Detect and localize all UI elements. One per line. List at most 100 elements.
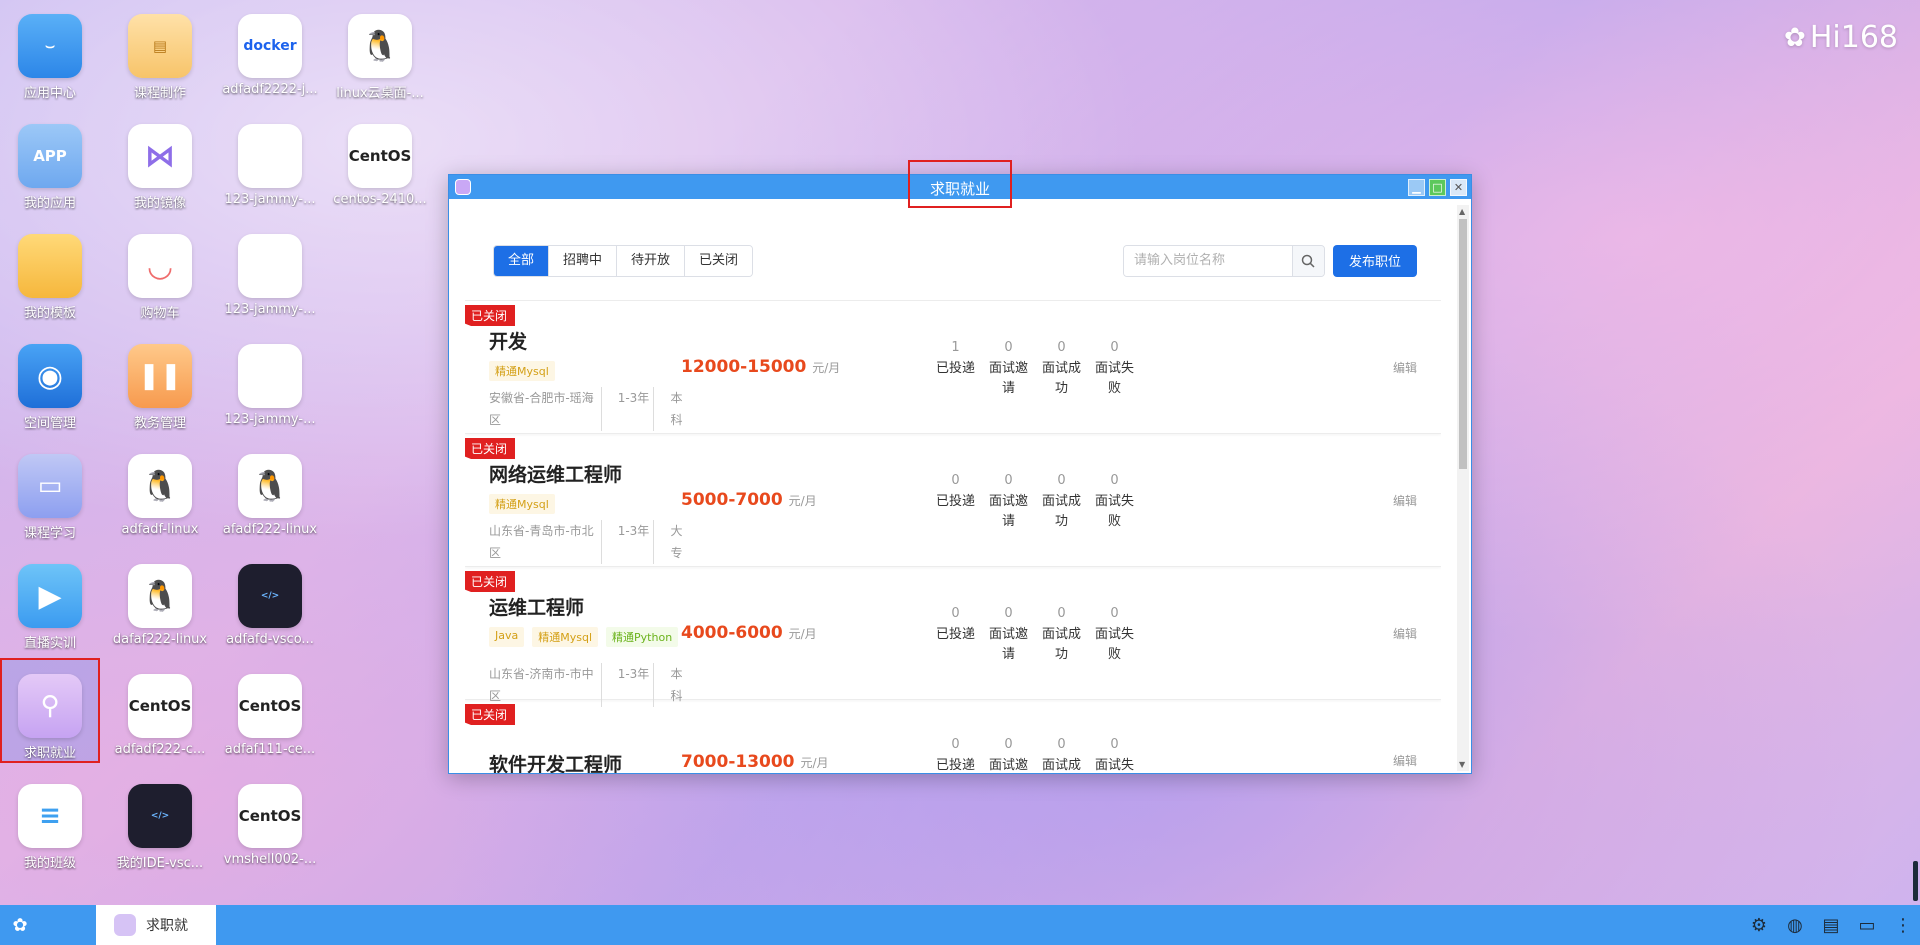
tab-pending[interactable]: 待开放: [617, 245, 686, 276]
centos-icon: CentOS: [238, 674, 302, 738]
job-search-icon: ⚲: [18, 674, 82, 738]
desktop-icon-17[interactable]: ▶ 直播实训: [0, 550, 100, 655]
desktop-icon-1[interactable]: ▤ 课程制作: [110, 0, 210, 105]
skill-tag: 精通Mysql: [489, 361, 555, 381]
job-title[interactable]: 运维工程师: [489, 593, 584, 620]
desktop-icon-label: 我的班级: [23, 856, 76, 871]
desktop-icon-20[interactable]: ⚲ 求职就业: [0, 658, 100, 763]
window-titlebar[interactable]: 求职就业 ▁ □ ✕: [449, 160, 1471, 208]
job-card[interactable]: 已关闭 开发 精通Mysql 安徽省-合肥市-瑶海区 1-3年 本科 12000-15000…: [465, 301, 1441, 434]
stat-value: 0: [1004, 737, 1013, 752]
desktop-icon-2[interactable]: docker adfadf2222-j...: [220, 0, 320, 105]
scroll-down-icon[interactable]: ▼: [1459, 760, 1465, 769]
search-button[interactable]: [1291, 245, 1324, 276]
stat-label: 面试失败: [1094, 361, 1134, 396]
desktop-icon-0[interactable]: ⌣ 应用中心: [0, 0, 100, 105]
chat-icon[interactable]: ▤: [1820, 915, 1842, 936]
job-stats: 1 已投递 0 面试邀请 0 面试成功 0 面试失败: [929, 339, 1141, 399]
desktop-icon-4[interactable]: APP 我的应用: [0, 110, 100, 215]
desktop-scroll-indicator[interactable]: [1913, 861, 1918, 901]
desktop-icon-18[interactable]: 🐧 dafaf222-linux: [110, 550, 210, 655]
desktop-icon-7[interactable]: CentOS centos-2410...: [330, 110, 430, 215]
brand-logo: ✿ Hi168: [1784, 20, 1898, 55]
taskbar-item-job[interactable]: 求职就: [96, 905, 216, 945]
desktop-icon-label: 购物车: [140, 306, 180, 321]
tab-all[interactable]: 全部: [494, 245, 550, 276]
search-input[interactable]: [1123, 245, 1292, 276]
wechat-icon[interactable]: ◍: [1784, 915, 1806, 936]
edit-link[interactable]: 编辑: [1393, 625, 1417, 642]
skill-tag: 精通Mysql: [489, 494, 555, 514]
taskbar: ✿ 求职就 ⚙ ◍ ▤ ▭ ⋮: [0, 905, 1920, 945]
brand-text: Hi168: [1809, 20, 1898, 55]
desktop-icon-3[interactable]: 🐧 linux云桌面-...: [330, 0, 430, 105]
desktop-icon-8[interactable]: 我的模板: [0, 220, 100, 325]
stat-value: 0: [1110, 473, 1119, 488]
status-badge: 已关闭: [465, 438, 516, 459]
tab-recruiting[interactable]: 招聘中: [549, 245, 618, 276]
monitor-icon[interactable]: ▭: [1856, 915, 1878, 936]
more-icon[interactable]: ⋮: [1892, 915, 1914, 936]
desktop-icon-13[interactable]: ⎈kubernetes 123-jammy-...: [220, 330, 320, 435]
desktop-icon-10[interactable]: ⎈kubernetes 123-jammy-...: [220, 220, 320, 325]
start-logo-icon[interactable]: ✿: [0, 905, 40, 945]
job-list: 已关闭 开发 精通Mysql 安徽省-合肥市-瑶海区 1-3年 本科 12000-15000…: [465, 301, 1441, 773]
desktop-icon-9[interactable]: ◡ 购物车: [110, 220, 210, 325]
maximize-button[interactable]: □: [1429, 179, 1446, 196]
window-content: 全部 招聘中 待开放 已关闭 发布职位 已关闭开发精通Mysql安徽省-合肥市-…: [465, 221, 1441, 773]
desktop-icon-label: 空间管理: [23, 416, 76, 431]
desktop-icon-5[interactable]: ⋈ 我的镜像: [110, 110, 210, 215]
publish-job-button[interactable]: 发布职位: [1332, 244, 1417, 277]
stat-item: 0 面试邀请: [982, 472, 1035, 532]
desktop-icon-24[interactable]: </> 我的IDE-vsc...: [110, 770, 210, 875]
stat-label: 面试邀请: [988, 627, 1028, 662]
job-location: 山东省-青岛市-市北区: [489, 524, 594, 560]
desktop-icon-14[interactable]: ▭ 课程学习: [0, 440, 100, 545]
job-card[interactable]: 已关闭软件开发工程师 7000-13000 元/月 0 已投递 0 面试邀请 0 面试成功 0 面…: [465, 700, 1441, 773]
stat-value: 0: [951, 473, 960, 488]
desktop-icon-16[interactable]: 🐧 afadf222-linux: [220, 440, 320, 545]
edit-link[interactable]: 编辑: [1393, 359, 1417, 376]
desktop-icon-11[interactable]: ◉ 空间管理: [0, 330, 100, 435]
desktop-icon-21[interactable]: CentOS adfadf222-c...: [110, 660, 210, 765]
minimize-button[interactable]: ▁: [1408, 179, 1425, 196]
close-button[interactable]: ✕: [1450, 179, 1467, 196]
stat-item: 0 面试成功: [1035, 736, 1088, 773]
tab-closed[interactable]: 已关闭: [685, 245, 753, 276]
toolbar-right: 发布职位: [1122, 244, 1417, 277]
desktop-icon-25[interactable]: CentOS vmshell002-...: [220, 770, 320, 875]
system-tray: ⚙ ◍ ▤ ▭ ⋮: [1748, 905, 1914, 945]
desktop-icon-15[interactable]: 🐧 adfadf-linux: [110, 440, 210, 545]
job-title[interactable]: 软件开发工程师: [489, 750, 622, 773]
edit-link[interactable]: 编辑: [1393, 752, 1417, 769]
job-card[interactable]: 已关闭 运维工程师 Java 精通Mysql 精通Python 山东省-济南市-市中区 1-…: [465, 567, 1441, 707]
kubernetes-icon: ⎈kubernetes: [238, 124, 302, 188]
bear-logo-icon: ✿: [1784, 22, 1806, 53]
job-title[interactable]: 网络运维工程师: [489, 460, 622, 487]
job-tags: 精通Mysql: [489, 494, 699, 514]
job-experience: 1-3年: [601, 387, 653, 431]
stat-value: 0: [1004, 340, 1013, 355]
desktop-icon-22[interactable]: CentOS adfaf111-ce...: [220, 660, 320, 765]
desktop-icon-label: 课程学习: [23, 526, 76, 541]
desktop-icon-label: 我的应用: [23, 196, 76, 211]
desktop-icon-label: 求职就业: [23, 746, 76, 761]
job-title[interactable]: 开发: [489, 327, 527, 354]
job-education: 本科: [653, 387, 687, 431]
desktop-icon-23[interactable]: ≡ 我的班级: [0, 770, 100, 875]
stat-value: 1: [951, 340, 960, 355]
job-card[interactable]: 已关闭 网络运维工程师 精通Mysql 山东省-青岛市-市北区 1-3年 大专 5000-7…: [465, 434, 1441, 567]
job-location: 安徽省-合肥市-瑶海区: [489, 391, 594, 427]
status-badge: 已关闭: [465, 305, 516, 326]
gear-icon[interactable]: ⚙: [1748, 915, 1770, 936]
scroll-up-icon[interactable]: ▲: [1459, 207, 1465, 216]
desktop-icon-6[interactable]: ⎈kubernetes 123-jammy-...: [220, 110, 320, 215]
scroll-thumb[interactable]: [1459, 219, 1467, 469]
desktop-icon-12[interactable]: ❚❚ 教务管理: [110, 330, 210, 435]
edit-link[interactable]: 编辑: [1393, 492, 1417, 509]
window-scrollbar[interactable]: ▲ ▼: [1457, 205, 1469, 771]
stat-label: 面试成功: [1041, 494, 1081, 529]
desktop-icon-19[interactable]: </> adfafd-vsco...: [220, 550, 320, 655]
taskbar-item-label: 求职就: [146, 918, 188, 934]
desktop-icon-label: vmshell002-...: [223, 852, 317, 867]
